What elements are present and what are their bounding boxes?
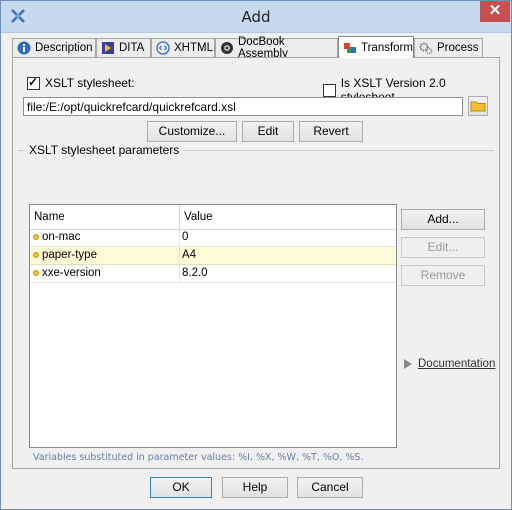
window-title: Add — [241, 8, 271, 26]
ok-button[interactable]: OK — [150, 477, 212, 498]
column-header-value[interactable]: Value — [180, 205, 396, 229]
table-header: Name Value — [30, 205, 396, 230]
documentation-label: Documentation — [418, 358, 496, 370]
help-button[interactable]: Help — [222, 477, 288, 498]
xslt-stylesheet-label: XSLT stylesheet: — [45, 76, 135, 90]
tab-label: DITA — [119, 42, 145, 54]
title-bar[interactable]: Add ✕ — [1, 1, 511, 33]
tab-label: Transform — [361, 41, 413, 54]
transform-icon — [344, 42, 356, 53]
param-name: paper-type — [30, 247, 180, 264]
info-icon — [17, 41, 31, 55]
column-header-name[interactable]: Name — [30, 205, 180, 229]
close-icon: ✕ — [488, 2, 502, 19]
revert-button[interactable]: Revert — [299, 121, 363, 142]
xslt-stylesheet-checkbox[interactable]: XSLT stylesheet: — [27, 75, 135, 90]
cancel-button[interactable]: Cancel — [297, 477, 363, 498]
transform-panel: XSLT stylesheet: Is XSLT Version 2.0 sty… — [12, 57, 500, 469]
param-value: A4 — [182, 249, 197, 261]
parameters-group-title: XSLT stylesheet parameters — [25, 143, 184, 157]
dialog-client: Description DITA XHTML DocBook Assembly … — [8, 33, 504, 503]
param-value: 8.2.0 — [182, 267, 208, 279]
customize-button[interactable]: Customize... — [147, 121, 237, 142]
table-row[interactable]: paper-type A4 — [30, 247, 396, 265]
tab-label: Description — [35, 42, 93, 54]
param-value: 0 — [182, 231, 189, 243]
tab-transform[interactable]: Transform — [338, 36, 414, 58]
checkbox-box[interactable] — [323, 83, 336, 97]
add-parameter-button[interactable]: Add... — [401, 209, 485, 230]
tab-description[interactable]: Description — [12, 38, 96, 57]
folder-icon — [470, 101, 486, 112]
table-row[interactable]: xxe-version 8.2.0 — [30, 265, 396, 283]
gears-icon — [419, 42, 433, 55]
dita-icon — [102, 42, 114, 54]
table-row[interactable]: on-mac 0 — [30, 229, 396, 247]
remove-parameter-button[interactable]: Remove — [401, 265, 485, 286]
parameters-table[interactable]: Name Value on-mac 0 paper-type A4 xxe-ve… — [29, 204, 397, 448]
edit-stylesheet-button[interactable]: Edit — [242, 121, 294, 142]
xhtml-icon — [156, 41, 170, 55]
documentation-link[interactable]: Documentation — [404, 358, 495, 370]
tab-dita[interactable]: DITA — [96, 38, 151, 57]
browse-button[interactable] — [468, 96, 488, 116]
tab-xhtml[interactable]: XHTML — [151, 38, 215, 57]
triangle-right-icon — [404, 359, 412, 369]
param-name: on-mac — [30, 229, 180, 246]
tab-label: Process — [437, 42, 479, 54]
substitution-note: Variables substituted in parameter value… — [33, 452, 364, 463]
edit-parameter-button[interactable]: Edit... — [401, 237, 485, 258]
stylesheet-path-input[interactable]: file:/E:/opt/quickrefcard/quickrefcard.x… — [23, 97, 463, 116]
tab-process[interactable]: Process — [414, 38, 483, 57]
close-button[interactable]: ✕ — [480, 1, 510, 22]
add-dialog: Add ✕ Description DITA XHTML DocBook Ass… — [0, 0, 512, 510]
docbook-icon — [221, 42, 233, 54]
param-name: xxe-version — [30, 265, 180, 282]
tab-label: XHTML — [174, 42, 213, 54]
tab-docbook-assembly[interactable]: DocBook Assembly — [215, 36, 338, 60]
checkbox-box[interactable] — [27, 75, 40, 90]
